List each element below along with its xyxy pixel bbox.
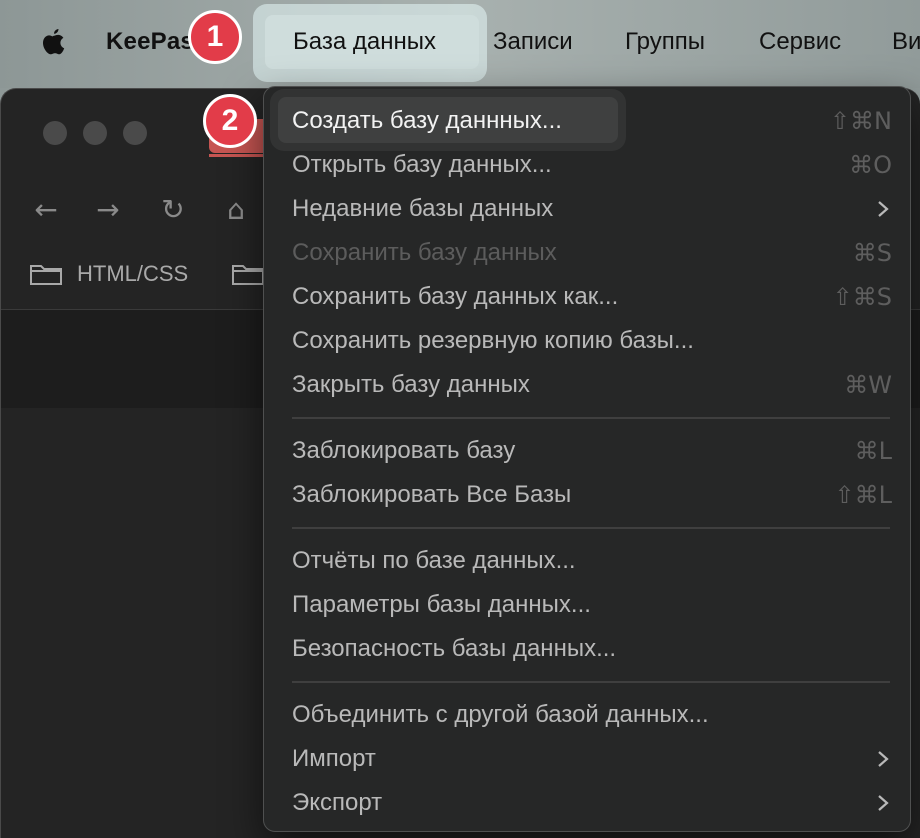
menu-item-merge-database[interactable]: Объединить с другой базой данных... xyxy=(264,692,910,736)
close-window-button[interactable] xyxy=(43,121,67,145)
step-badge-2: 2 xyxy=(203,94,257,148)
menu-entries[interactable]: Записи xyxy=(493,28,573,56)
menu-item-label: Отчёты по базе данных... xyxy=(292,547,576,574)
menu-item-label: Закрыть базу данных xyxy=(292,371,530,398)
menu-separator xyxy=(292,527,890,529)
menu-item-new-database[interactable]: Создать базу даннных... ⇧⌘N xyxy=(264,98,910,142)
menu-separator xyxy=(292,417,890,419)
forward-arrow-icon[interactable]: → xyxy=(91,193,125,227)
folder-icon xyxy=(232,265,264,285)
minimize-window-button[interactable] xyxy=(83,121,107,145)
zoom-window-button[interactable] xyxy=(123,121,147,145)
menu-item-label: Импорт xyxy=(292,745,376,772)
menu-item-shortcut: ⇧⌘L xyxy=(834,481,892,509)
menu-groups[interactable]: Группы xyxy=(625,28,705,56)
step-badge-1: 1 xyxy=(188,10,242,64)
menu-item-lock-database[interactable]: Заблокировать базу ⌘L xyxy=(264,428,910,472)
menu-item-label: Безопасность базы данных... xyxy=(292,635,617,662)
menu-item-lock-all-databases[interactable]: Заблокировать Все Базы ⇧⌘L xyxy=(264,472,910,516)
menu-database-label: База данных xyxy=(293,28,436,55)
menu-item-label: Сохранить базу данных как... xyxy=(292,283,619,310)
menu-item-database-reports[interactable]: Отчёты по базе данных... xyxy=(264,538,910,582)
menu-item-shortcut: ⌘L xyxy=(854,437,892,465)
menu-item-label: Открыть базу данных... xyxy=(292,151,552,178)
menu-item-label: Параметры базы данных... xyxy=(292,591,591,618)
menu-tools[interactable]: Сервис xyxy=(759,28,841,56)
menu-item-save-database-as[interactable]: Сохранить базу данных как... ⇧⌘S xyxy=(264,274,910,318)
bookmark-label: HTML/CSS xyxy=(77,261,189,286)
menu-item-close-database[interactable]: Закрыть базу данных ⌘W xyxy=(264,362,910,406)
menu-item-label: Недавние базы данных xyxy=(292,195,554,222)
menu-item-export[interactable]: Экспорт xyxy=(264,780,910,824)
menu-database[interactable]: База данных xyxy=(265,15,479,69)
menu-item-label: Сохранить базу данных xyxy=(292,239,557,266)
menu-item-label: Экспорт xyxy=(292,789,383,816)
chevron-right-icon xyxy=(878,751,889,767)
menu-item-label: Заблокировать Все Базы xyxy=(292,481,572,508)
menu-view[interactable]: Ви xyxy=(892,28,920,56)
menu-item-save-database[interactable]: Сохранить базу данных ⌘S xyxy=(264,230,910,274)
menu-item-recent-databases[interactable]: Недавние базы данных xyxy=(264,186,910,230)
chevron-right-icon xyxy=(878,201,889,217)
back-arrow-icon[interactable]: ← xyxy=(29,193,63,227)
apple-icon[interactable] xyxy=(38,26,68,60)
menu-item-import[interactable]: Импорт xyxy=(264,736,910,780)
menu-item-label: Сохранить резервную копию базы... xyxy=(292,327,694,354)
menu-item-save-backup[interactable]: Сохранить резервную копию базы... xyxy=(264,318,910,362)
menu-item-database-settings[interactable]: Параметры базы данных... xyxy=(264,582,910,626)
menu-item-shortcut: ⌘S xyxy=(852,239,892,267)
menu-item-shortcut: ⌘O xyxy=(849,151,892,179)
folder-icon xyxy=(30,265,62,285)
menu-separator xyxy=(292,681,890,683)
chevron-right-icon xyxy=(878,795,889,811)
menu-bar: KeePassXC База данных Записи Группы Серв… xyxy=(0,0,920,88)
menu-item-shortcut: ⌘W xyxy=(844,371,892,399)
menu-item-shortcut: ⇧⌘S xyxy=(832,283,892,311)
database-menu-dropdown: Создать базу даннных... ⇧⌘N Открыть базу… xyxy=(263,86,911,832)
bookmark-html-css[interactable]: HTML/CSS xyxy=(29,259,229,289)
menu-item-shortcut: ⇧⌘N xyxy=(829,107,892,135)
menu-item-label: Объединить с другой базой данных... xyxy=(292,701,709,728)
menu-item-label: Заблокировать базу xyxy=(292,437,516,464)
menu-item-database-security[interactable]: Безопасность базы данных... xyxy=(264,626,910,670)
menu-item-label: Создать базу даннных... xyxy=(292,107,562,134)
reload-icon[interactable]: ↻ xyxy=(156,193,190,227)
menu-item-open-database[interactable]: Открыть базу данных... ⌘O xyxy=(264,142,910,186)
home-icon[interactable]: ⌂ xyxy=(219,193,253,227)
